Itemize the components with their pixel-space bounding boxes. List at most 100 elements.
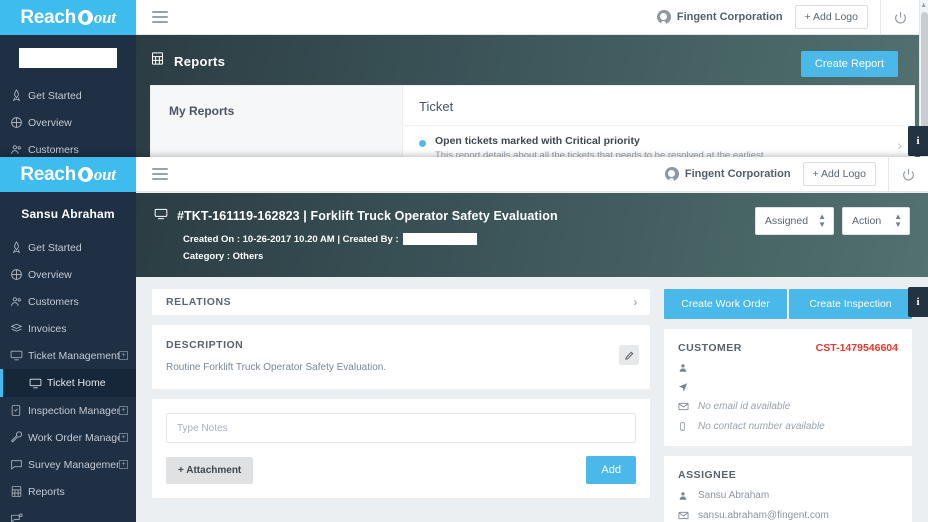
compass-icon xyxy=(10,268,28,281)
user-avatar-icon xyxy=(664,167,679,181)
expand-icon[interactable]: + xyxy=(119,351,128,360)
sidebar-item-reports[interactable]: Reports xyxy=(0,478,136,505)
pencil-icon[interactable] xyxy=(619,345,639,365)
chevron-updown-icon: ▲ ▼ xyxy=(894,212,902,229)
logo-text-out: out xyxy=(93,164,116,184)
logo-text-reach: Reach xyxy=(20,6,76,28)
status-select[interactable]: Assigned ▲ ▼ xyxy=(754,207,834,235)
sidebar-item-overview[interactable]: Overview xyxy=(0,109,136,136)
monitor-icon xyxy=(29,377,47,390)
customers-icon xyxy=(10,295,28,308)
create-inspection-button[interactable]: Create Inspection xyxy=(789,289,912,319)
add-note-button[interactable]: Add xyxy=(586,456,636,484)
organization-label[interactable]: Fingent Corporation xyxy=(664,167,791,181)
create-work-order-button[interactable]: Create Work Order xyxy=(664,289,787,319)
status-select-value: Assigned xyxy=(764,215,809,227)
person-icon xyxy=(678,491,698,501)
customers-icon xyxy=(10,143,28,156)
add-attachment-button[interactable]: + Attachment xyxy=(166,456,254,484)
reports-window: Reach out Fingent Corporation + Add Logo xyxy=(0,0,928,165)
expand-icon[interactable]: + xyxy=(119,406,128,415)
expand-icon[interactable]: + xyxy=(119,433,128,442)
report-list-item[interactable]: Open tickets marked with Critical priori… xyxy=(403,126,914,161)
add-logo-button[interactable]: + Add Logo xyxy=(802,162,876,186)
ticket-title-label: #TKT-161119-162823 | Forklift Truck Oper… xyxy=(177,208,558,223)
sidebar-item-ticket-home[interactable]: Ticket Home xyxy=(0,369,136,397)
page-title-label: Reports xyxy=(174,53,226,69)
reports-grid-icon xyxy=(150,51,165,71)
customer-panel: CUSTOMER CST-1479546604 No email id avai… xyxy=(664,329,912,446)
sidebar-item-label: Customers xyxy=(28,295,79,308)
reports-content: My Reports Ticket Open tickets marked wi… xyxy=(150,85,915,165)
relations-bar[interactable]: RELATIONS › xyxy=(152,289,650,315)
expand-icon[interactable]: + xyxy=(119,460,128,469)
ticket-body: RELATIONS › DESCRIPTION Routine Forklift… xyxy=(136,277,928,522)
notes-input[interactable]: Type Notes xyxy=(166,413,636,443)
sidebar-item-label: Work Order Management xyxy=(28,431,119,444)
power-icon[interactable] xyxy=(888,157,928,191)
sidebar-item-get-started[interactable]: Get Started xyxy=(0,82,136,109)
customer-email: No email id available xyxy=(698,401,791,412)
sidebar-item-label: Invoices xyxy=(28,322,67,335)
chevron-right-icon[interactable]: › xyxy=(633,295,638,309)
reports-grid-icon xyxy=(10,485,28,498)
add-logo-button[interactable]: + Add Logo xyxy=(794,5,868,29)
user-avatar-icon xyxy=(656,10,671,24)
sidebar-item-ticket-management[interactable]: Ticket Management + xyxy=(0,342,136,369)
sidebar-item-invoices[interactable]: Invoices xyxy=(0,315,136,342)
scrollbar-thumb[interactable] xyxy=(921,12,928,130)
ticket-action-tabs: Create Work Order Create Inspection xyxy=(664,289,912,319)
hamburger-icon[interactable] xyxy=(152,8,168,26)
ticket-page-header: #TKT-161119-162823 | Forklift Truck Oper… xyxy=(136,193,928,277)
ticket-created-on: Created On : 10-26-2017 10.20 AM | Creat… xyxy=(183,233,399,245)
assignee-heading: ASSIGNEE xyxy=(678,469,737,481)
assignee-panel-header: ASSIGNEE xyxy=(678,469,898,481)
description-heading: DESCRIPTION xyxy=(166,339,244,351)
sidebar-item-survey-management[interactable]: Survey Management + xyxy=(0,451,136,478)
sidebar-item-customers[interactable]: Customers xyxy=(0,288,136,315)
created-by-redacted xyxy=(402,233,477,245)
organization-label[interactable]: Fingent Corporation xyxy=(656,10,783,24)
sidebar-item-inspection-management[interactable]: Inspection Management + xyxy=(0,397,136,424)
sidebar-item-label: Get Started xyxy=(28,89,82,102)
customer-phone: No contact number available xyxy=(698,421,825,432)
assignee-email: sansu.abraham@fingent.com xyxy=(698,510,829,521)
notes-card: Type Notes + Attachment Add xyxy=(152,399,650,498)
scroll-up-arrow-icon[interactable]: ▲ xyxy=(920,2,927,9)
ticket-category: Category : Others xyxy=(183,251,264,262)
assignee-name: Sansu Abraham xyxy=(698,490,770,501)
customer-code[interactable]: CST-1479546604 xyxy=(816,342,898,354)
organization-name: Fingent Corporation xyxy=(684,168,791,180)
sidebar-item-overview[interactable]: Overview xyxy=(0,261,136,288)
sidebar-item-label: Ticket Home xyxy=(47,377,106,389)
app-logo: Reach out xyxy=(20,164,116,186)
chevron-right-icon[interactable]: › xyxy=(897,135,902,153)
compass-icon xyxy=(10,116,28,129)
my-reports-panel[interactable]: My Reports xyxy=(150,85,402,165)
sidebar-item-get-started[interactable]: Get Started xyxy=(0,234,136,261)
customer-panel-header: CUSTOMER CST-1479546604 xyxy=(678,342,898,354)
ticket-panel-header: Ticket xyxy=(403,86,914,126)
reports-topbar: Fingent Corporation + Add Logo xyxy=(136,0,920,35)
ticket-topbar-right: Fingent Corporation + Add Logo xyxy=(664,157,928,191)
sidebar-username: Sansu Abraham xyxy=(21,207,115,221)
page-title: Reports xyxy=(136,35,225,71)
assignee-name-row: Sansu Abraham xyxy=(678,490,898,501)
sidebar-item-partial[interactable] xyxy=(0,505,136,522)
info-tab-reports[interactable]: i xyxy=(908,126,928,156)
sidebar-username-redacted xyxy=(19,48,117,68)
monitor-icon xyxy=(154,207,168,224)
assignee-panel: ASSIGNEE Sansu Abraham sansu.abraham@fin… xyxy=(664,456,912,522)
person-icon xyxy=(678,363,698,373)
customer-phone-row: No contact number available xyxy=(678,421,898,432)
hamburger-icon[interactable] xyxy=(152,165,168,183)
power-icon[interactable] xyxy=(880,0,920,34)
monitor-icon xyxy=(10,349,28,362)
ticket-logo-bar: Reach out xyxy=(0,157,136,192)
bullet-icon xyxy=(419,140,426,147)
info-tab-ticket[interactable]: i xyxy=(908,287,928,317)
reports-logo-bar: Reach out xyxy=(0,0,136,35)
action-select[interactable]: Action ▲ ▼ xyxy=(842,207,910,235)
sidebar-item-work-order-management[interactable]: Work Order Management + xyxy=(0,424,136,451)
create-report-button[interactable]: Create Report xyxy=(800,51,898,77)
